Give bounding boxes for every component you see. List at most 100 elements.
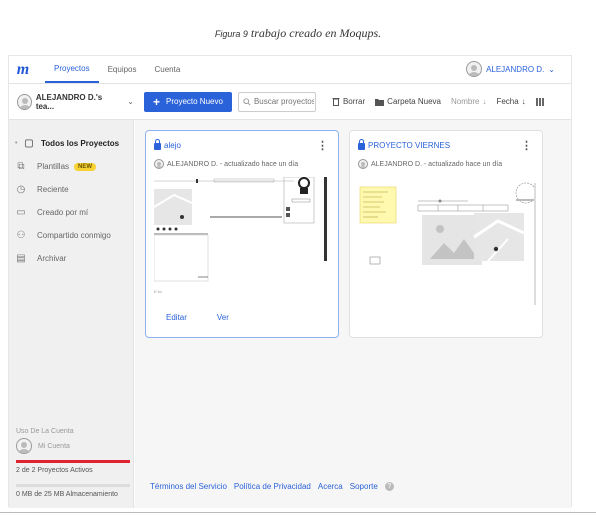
sidebar-item-label: Archivar <box>37 254 67 263</box>
delete-label: Borrar <box>342 97 366 106</box>
tab-proyectos[interactable]: Proyectos <box>45 56 99 83</box>
more-options-icon[interactable]: ⋮ <box>521 139 532 152</box>
new-folder-button[interactable]: Carpeta Nueva <box>375 97 441 106</box>
avatar <box>154 159 164 169</box>
card-actions: Editar Ver <box>166 313 229 322</box>
chevron-down-icon: ⌄ <box>127 97 134 106</box>
sidebar: • ▢ Todos los Proyectos ⧉ Plantillas NEW… <box>9 120 134 508</box>
card-meta-text: ALEJANDRO D. - actualizado hace un día <box>371 160 503 168</box>
folder-plus-icon <box>375 98 385 106</box>
user-menu[interactable]: ALEJANDRO D. ⌄ <box>466 61 555 77</box>
folder-user-icon: ▭ <box>16 207 26 218</box>
new-project-button[interactable]: + Proyecto Nuevo <box>144 91 232 112</box>
workspace-selector[interactable]: ALEJANDRO D.'s tea... ⌄ <box>9 93 134 111</box>
avatar <box>16 438 32 454</box>
search-box[interactable] <box>237 91 316 112</box>
plus-icon: + <box>153 94 161 109</box>
bullet-icon: • <box>15 140 18 147</box>
footer-link-terms[interactable]: Términos del Servicio <box>150 482 227 491</box>
archive-icon: ▤ <box>16 253 26 264</box>
card-title[interactable]: PROYECTO VIERNES <box>358 139 451 150</box>
chevron-down-icon: ⌄ <box>548 64 555 74</box>
tab-equipos[interactable]: Equipos <box>99 56 146 83</box>
clock-icon: ◷ <box>16 184 26 195</box>
figure-text: trabajo creado en Moqups. <box>250 26 382 40</box>
workspace-name: ALEJANDRO D.'s tea... <box>35 92 103 111</box>
sidebar-item-plantillas[interactable]: ⧉ Plantillas NEW <box>9 155 133 178</box>
storage-usage: 0 MB de 25 MB Almacenamiento <box>16 491 118 498</box>
view-link[interactable]: Ver <box>217 313 229 322</box>
sort-date-label: Fecha <box>496 97 519 106</box>
search-input[interactable] <box>253 97 314 106</box>
card-meta-text: ALEJANDRO D. - actualizado hace un día <box>167 160 299 168</box>
svg-text:E·kv: E·kv <box>154 289 162 294</box>
project-card-viernes[interactable]: PROYECTO VIERNES ⋮ ALEJANDRO D. - actual… <box>349 130 543 338</box>
wireframe-preview <box>359 182 536 305</box>
top-nav: Proyectos Equipos Cuenta <box>45 56 189 83</box>
avatar <box>358 159 368 169</box>
storage-usage-bar <box>16 484 130 487</box>
sidebar-item-compartido[interactable]: ⚇ Compartido conmigo <box>9 224 133 247</box>
new-folder-label: Carpeta Nueva <box>387 97 441 106</box>
sort-by-date[interactable]: Fecha ↓ <box>496 97 525 106</box>
sidebar-item-label: Reciente <box>37 185 69 194</box>
user-name: ALEJANDRO D. <box>486 64 545 74</box>
edit-link[interactable]: Editar <box>166 313 187 322</box>
top-bar: m Proyectos Equipos Cuenta ALEJANDRO D. … <box>9 56 571 84</box>
templates-icon: ⧉ <box>17 161 25 172</box>
view-toggle[interactable] <box>535 97 544 106</box>
new-project-label: Proyecto Nuevo <box>166 97 223 106</box>
project-thumbnail[interactable] <box>358 177 536 305</box>
moqups-logo[interactable]: m <box>9 61 37 79</box>
avatar <box>17 93 32 110</box>
sort-name-label: Nombre <box>450 97 480 106</box>
sidebar-item-todos[interactable]: • ▢ Todos los Proyectos <box>9 132 133 155</box>
card-meta: ALEJANDRO D. - actualizado hace un día <box>358 159 502 169</box>
projects-usage-bar <box>16 460 130 463</box>
account-link[interactable]: Mi Cuenta <box>16 438 70 454</box>
card-title[interactable]: alejo <box>154 139 181 150</box>
shared-icon: ⚇ <box>16 230 26 241</box>
sidebar-item-creado[interactable]: ▭ Creado por mí <box>9 201 133 224</box>
footer-link-support[interactable]: Soporte <box>350 482 378 491</box>
figure-caption: Figura 9 trabajo creado en Moqups. <box>0 26 596 41</box>
project-card-alejo[interactable]: alejo ⋮ ALEJANDRO D. - actualizado hace … <box>145 130 339 338</box>
project-thumbnail[interactable]: E·kv <box>154 177 332 305</box>
sidebar-item-label: Plantillas <box>37 162 70 171</box>
footer: Términos del Servicio Política de Privac… <box>150 482 394 491</box>
arrow-down-icon: ↓ <box>521 97 526 106</box>
more-options-icon[interactable]: ⋮ <box>317 139 328 152</box>
card-meta: ALEJANDRO D. - actualizado hace un día <box>154 159 298 169</box>
card-title-text: PROYECTO VIERNES <box>368 141 451 150</box>
account-label: Mi Cuenta <box>38 442 70 450</box>
usage-title: Uso De La Cuenta <box>16 428 74 435</box>
new-badge: NEW <box>74 162 97 171</box>
folder-icon: ▢ <box>24 138 34 149</box>
page-divider <box>0 512 596 513</box>
help-icon[interactable]: ? <box>384 482 394 491</box>
sidebar-item-archivar[interactable]: ▤ Archivar <box>9 247 133 270</box>
sort-by-name[interactable]: Nombre ↓ <box>451 97 486 106</box>
search-icon <box>243 97 251 106</box>
avatar <box>466 61 483 77</box>
delete-button[interactable]: Borrar <box>332 97 365 106</box>
wireframe-preview: E·kv <box>154 177 327 294</box>
card-title-text: alejo <box>164 141 181 150</box>
lock-icon <box>358 139 365 150</box>
sidebar-item-label: Compartido conmigo <box>37 231 111 240</box>
moqups-app: m Proyectos Equipos Cuenta ALEJANDRO D. … <box>8 55 572 508</box>
sidebar-item-label: Todos los Proyectos <box>41 139 120 148</box>
projects-area: alejo ⋮ ALEJANDRO D. - actualizado hace … <box>135 120 571 508</box>
toolbar: ALEJANDRO D.'s tea... ⌄ + Proyecto Nuevo… <box>9 84 571 120</box>
sidebar-item-reciente[interactable]: ◷ Reciente <box>9 178 133 201</box>
sidebar-item-label: Creado por mí <box>37 208 89 217</box>
tab-cuenta[interactable]: Cuenta <box>146 56 190 83</box>
projects-count: 2 de 2 Proyectos Activos <box>16 467 93 474</box>
arrow-down-icon: ↓ <box>482 97 487 106</box>
grid-view-icon <box>535 97 544 106</box>
trash-icon <box>332 98 340 106</box>
footer-link-about[interactable]: Acerca <box>318 482 343 491</box>
figure-number: Figura 9 <box>214 29 248 39</box>
lock-icon <box>154 139 161 150</box>
footer-link-privacy[interactable]: Política de Privacidad <box>234 482 311 491</box>
